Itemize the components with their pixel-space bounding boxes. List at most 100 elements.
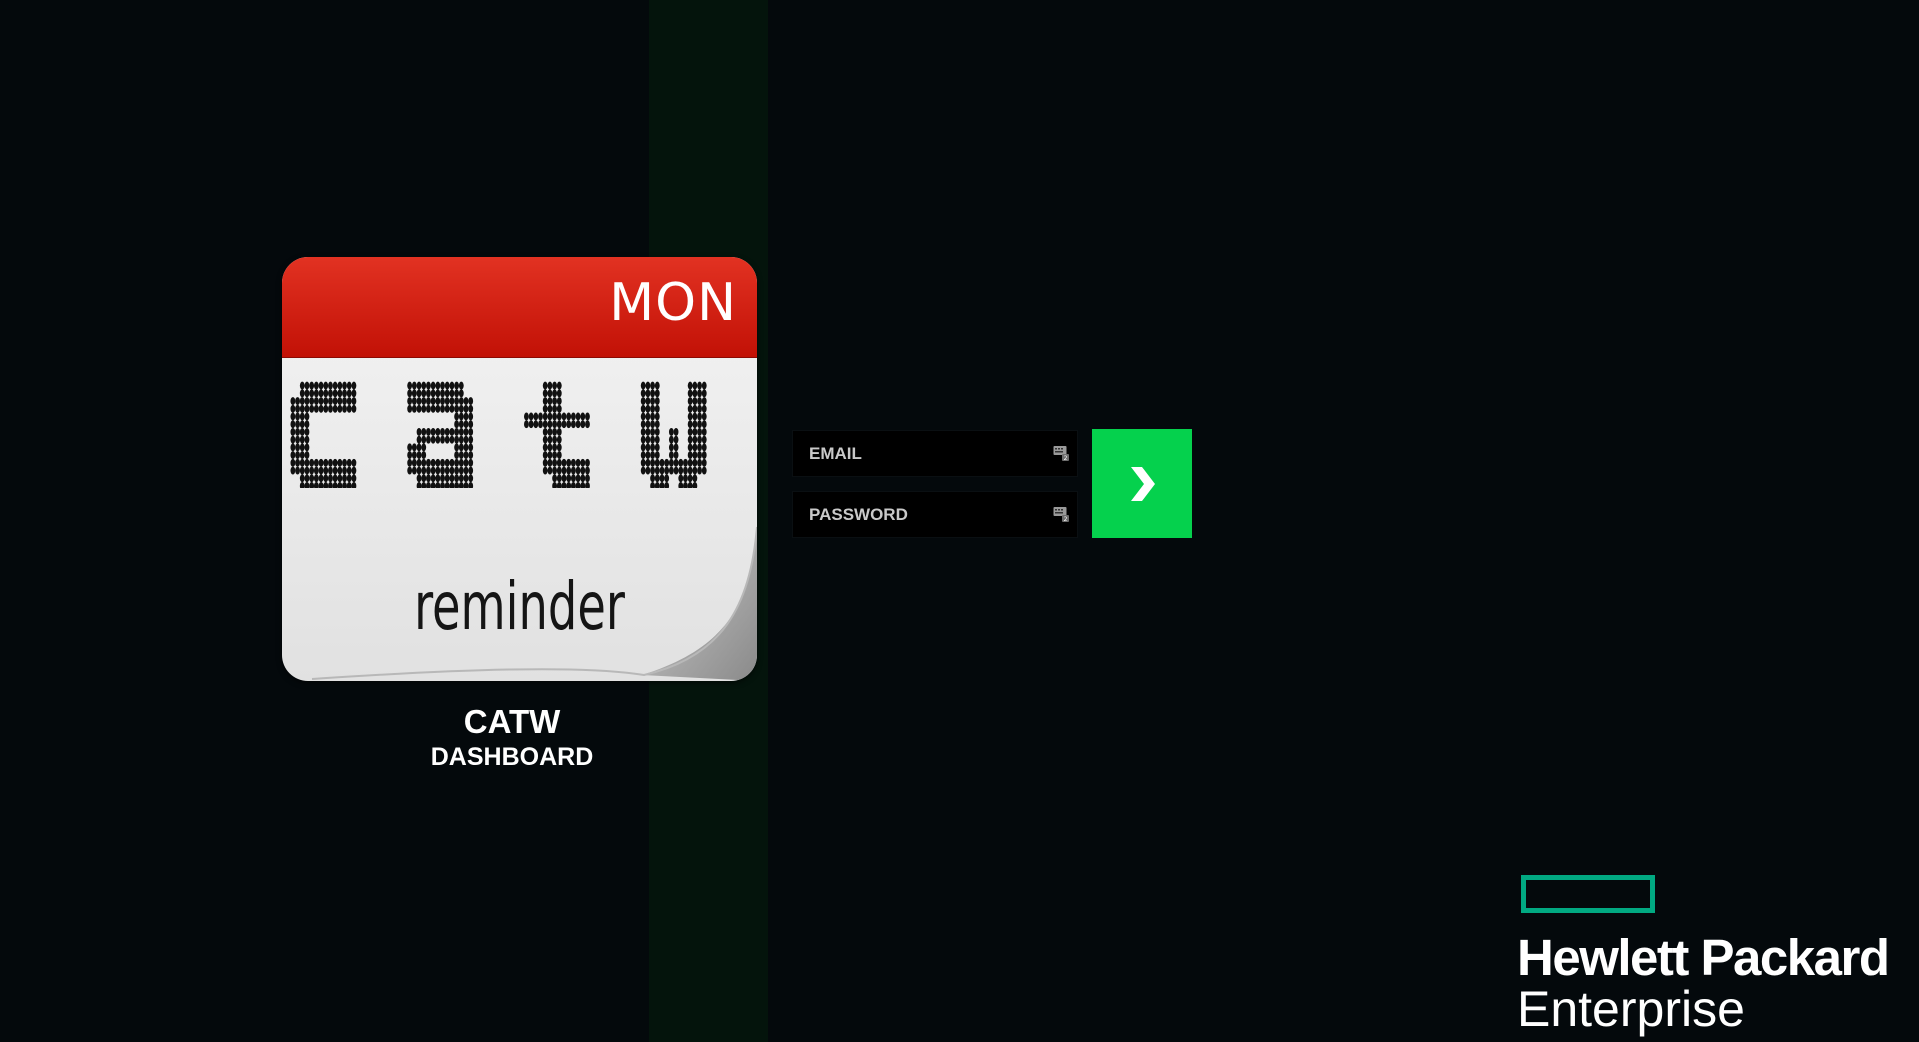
logo-dot — [318, 389, 324, 398]
logo-dot — [659, 482, 665, 488]
logo-dot — [435, 458, 441, 467]
logo-dot — [454, 412, 460, 421]
logo-dot — [640, 443, 646, 452]
logo-dot — [416, 474, 422, 483]
logo-dot — [668, 451, 674, 460]
logo-dot — [449, 435, 455, 444]
logo-dot — [299, 420, 305, 429]
logo-dot — [299, 412, 305, 421]
logo-dot — [575, 482, 581, 488]
logo-dot — [309, 381, 315, 390]
logo-dot — [701, 404, 707, 413]
logo-dot — [449, 389, 455, 398]
logo-dot — [323, 397, 329, 406]
logo-dot — [454, 381, 460, 390]
logo-dot — [430, 381, 436, 390]
email-input[interactable] — [793, 431, 1033, 476]
logo-dot — [645, 397, 651, 406]
logo-dot — [640, 427, 646, 436]
hpe-logo-rectangle — [1521, 875, 1655, 913]
keyboard-icon[interactable]: 2 — [1053, 506, 1069, 522]
logo-dot — [463, 435, 469, 444]
logo-dot — [407, 466, 413, 475]
logo-dot — [328, 466, 333, 475]
logo-dot — [416, 466, 422, 475]
logo-dot — [435, 474, 441, 483]
logo-dot — [444, 458, 450, 467]
company-name-line2: Enterprise — [1517, 981, 1745, 1037]
logo-dot — [552, 412, 558, 421]
logo-dot — [458, 466, 464, 475]
logo-dot — [458, 458, 464, 467]
password-input[interactable] — [793, 492, 1033, 537]
logo-dot — [468, 482, 474, 488]
logo-dot — [435, 404, 441, 413]
logo-dot — [645, 420, 651, 429]
login-submit-button[interactable] — [1092, 429, 1192, 538]
logo-dot — [687, 412, 693, 421]
logo-dot — [692, 397, 698, 406]
logo-dot — [468, 458, 474, 467]
logo-dot — [692, 404, 698, 413]
logo-dot — [542, 389, 548, 398]
logo-dot — [697, 435, 702, 444]
logo-dot — [430, 435, 436, 444]
logo-dot — [346, 458, 352, 467]
logo-dot — [687, 482, 693, 488]
logo-dot — [328, 474, 333, 483]
keyboard-icon[interactable]: 2 — [1053, 445, 1069, 461]
logo-dot — [645, 466, 651, 475]
logo-dot — [304, 482, 310, 488]
logo-dot — [430, 458, 436, 467]
logo-dot — [650, 397, 655, 406]
logo-dot — [416, 443, 422, 452]
logo-dot — [650, 404, 655, 413]
logo-dot — [552, 458, 558, 467]
logo-dot — [435, 482, 441, 488]
logo-dot — [440, 482, 445, 488]
svg-text:2: 2 — [1064, 455, 1068, 461]
logo-dot — [645, 404, 651, 413]
logo-dot — [650, 443, 655, 452]
logo-dot — [440, 474, 445, 483]
logo-dot — [692, 389, 698, 398]
logo-dot — [416, 389, 422, 398]
logo-dot — [640, 435, 646, 444]
logo-dot — [468, 451, 474, 460]
logo-dot — [650, 435, 655, 444]
logo-dot — [552, 427, 558, 436]
logo-dot — [556, 412, 562, 421]
logo-dot — [580, 482, 586, 488]
logo-dot — [421, 458, 427, 467]
logo-dot — [645, 458, 651, 467]
logo-dot — [318, 397, 324, 406]
logo-dot — [304, 466, 310, 475]
logo-dot — [585, 458, 590, 467]
logo-dot — [323, 474, 329, 483]
logo-dot — [299, 404, 305, 413]
logo-dot — [299, 389, 305, 398]
logo-dot — [673, 435, 679, 444]
logo-dot — [552, 474, 558, 483]
logo-dot — [309, 474, 315, 483]
logo-dot — [524, 412, 529, 421]
logo-dot — [313, 389, 319, 398]
logo-dot — [290, 427, 296, 436]
logo-dot — [411, 381, 417, 390]
logo-dot — [468, 435, 474, 444]
logo-dot — [650, 381, 655, 390]
logo-dot — [463, 420, 469, 429]
logo-dot — [645, 381, 651, 390]
logo-dot — [580, 466, 586, 475]
logo-dot — [654, 435, 660, 444]
logo-dot — [295, 435, 300, 444]
logo-dot — [692, 458, 698, 467]
logo-dot — [444, 427, 450, 436]
logo-dot — [444, 435, 450, 444]
logo-dot — [650, 458, 655, 467]
logo-dot — [678, 474, 684, 483]
logo-dot — [416, 381, 422, 390]
logo-dot — [687, 420, 693, 429]
company-name-line1: Hewlett Packard — [1517, 929, 1890, 986]
logo-dot — [668, 458, 674, 467]
